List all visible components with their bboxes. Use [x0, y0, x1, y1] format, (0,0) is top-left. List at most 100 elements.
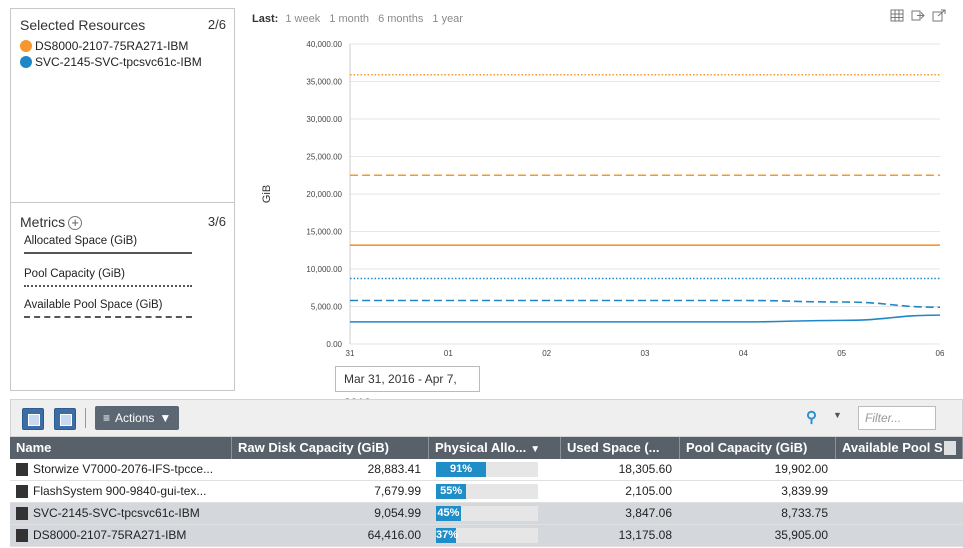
- cell-physical-allocation: 55%: [429, 481, 561, 502]
- open-new-window-icon[interactable]: [932, 9, 946, 22]
- physical-allocation-fill: 91%: [436, 462, 487, 477]
- y-tick-label: 15,000.00: [306, 228, 342, 237]
- actions-button[interactable]: ≡ Actions ▼: [95, 406, 180, 430]
- column-menu-icon[interactable]: [944, 441, 956, 455]
- actions-label: Actions: [115, 411, 155, 425]
- table-header: Name Raw Disk Capacity (GiB) Physical Al…: [10, 437, 963, 459]
- physical-allocation-bar: 37%: [436, 528, 538, 543]
- physical-allocation-fill: 37%: [436, 528, 459, 543]
- series-line-svc-allocated-space: [349, 314, 941, 323]
- col-raw-disk-capacity[interactable]: Raw Disk Capacity (GiB): [232, 437, 429, 459]
- date-range-selector[interactable]: Mar 31, 2016 - Apr 7, 2016 ▲: [335, 366, 480, 410]
- cell-pool-capacity: 35,905.00: [774, 528, 828, 542]
- add-metric-icon[interactable]: +: [68, 216, 83, 231]
- y-tick-label: 35,000.00: [306, 78, 342, 87]
- cell-name: Storwize V7000-2076-IFS-tpcce...: [10, 459, 232, 480]
- y-tick-label: 5,000.00: [311, 303, 343, 312]
- physical-allocation-bar: 45%: [436, 506, 538, 521]
- physical-allocation-label: 91%: [450, 463, 473, 475]
- col-used-space[interactable]: Used Space (...: [561, 437, 680, 459]
- storage-device-icon: [16, 529, 28, 543]
- storage-device-icon: [16, 507, 28, 521]
- storage-device-icon: [16, 485, 28, 499]
- table-view-icon[interactable]: [890, 9, 904, 22]
- metric-label: Available Pool Space (GiB): [24, 299, 163, 311]
- metric-allocated-space[interactable]: Allocated Space (GiB): [24, 235, 192, 254]
- range-1-week[interactable]: 1 week: [285, 13, 320, 25]
- resource-color-dot: [20, 56, 32, 68]
- cell-raw-disk-capacity: 64,416.00: [367, 528, 421, 542]
- metrics-header: Metrics + 3/6: [20, 214, 226, 231]
- table-row[interactable]: DS8000-2107-75RA271-IBM 64,416.00 37% 13,17…: [10, 525, 963, 547]
- physical-allocation-label: 37%: [436, 529, 459, 541]
- metric-line-solid: [24, 252, 192, 254]
- toolbar-separator: [85, 408, 86, 428]
- cell-pool-capacity: 8,733.75: [781, 506, 828, 520]
- y-tick-label: 25,000.00: [306, 153, 342, 162]
- row-name: SVC-2145-SVC-tpcsvc61c-IBM: [33, 506, 200, 520]
- capacity-chart: 0.00 5,000.00 10,000.00 15,000.00 20,000.00 2…: [261, 40, 945, 358]
- table-row[interactable]: Storwize V7000-2076-IFS-tpcce... 28,883.4…: [10, 459, 963, 481]
- range-6-months[interactable]: 6 months: [378, 13, 423, 25]
- y-tick-label: 0.00: [326, 340, 342, 349]
- physical-allocation-bar: 55%: [436, 484, 538, 499]
- cell-available-pool-space: [836, 503, 963, 524]
- table-toolbar: ≡ Actions ▼ ⚲ ▼ Filter...: [10, 399, 963, 437]
- chevron-down-icon: ▼: [159, 411, 172, 425]
- col-physical-allocation[interactable]: Physical Allo... ▼: [429, 437, 561, 459]
- resources-table: Name Raw Disk Capacity (GiB) Physical Al…: [10, 437, 963, 547]
- resource-item-ds8000[interactable]: DS8000-2107-75RA271-IBM: [20, 39, 188, 53]
- resource-color-dot: [20, 40, 32, 52]
- metrics-title: Metrics: [20, 214, 66, 230]
- x-tick-label: 03: [641, 349, 650, 358]
- time-range-links: Last: 1 week 1 month 6 months 1 year: [252, 13, 469, 25]
- search-icon[interactable]: ⚲: [806, 408, 817, 426]
- cell-available-pool-space: [836, 525, 963, 546]
- cell-physical-allocation: 45%: [429, 503, 561, 524]
- y-tick-label: 30,000.00: [306, 115, 342, 124]
- cell-raw-disk-capacity: 7,679.99: [374, 484, 421, 498]
- physical-allocation-label: 55%: [440, 485, 463, 497]
- y-axis-label: GiB: [261, 185, 273, 203]
- col-name[interactable]: Name: [10, 437, 232, 459]
- export-icon[interactable]: [911, 9, 925, 22]
- col-available-pool-space[interactable]: Available Pool S: [836, 437, 963, 459]
- range-1-year[interactable]: 1 year: [432, 13, 463, 25]
- cell-name: FlashSystem 900-9840-gui-tex...: [10, 481, 232, 502]
- metric-label: Allocated Space (GiB): [24, 235, 138, 247]
- cell-used-space: 13,175.08: [618, 528, 672, 542]
- x-tick-label: 06: [936, 349, 945, 358]
- range-prefix: Last:: [252, 13, 279, 25]
- y-tick-label: 20,000.00: [306, 190, 342, 199]
- col-pool-capacity[interactable]: Pool Capacity (GiB): [680, 437, 836, 459]
- col-label: Physical Allo...: [435, 440, 527, 455]
- select-all-icon[interactable]: [22, 408, 44, 430]
- resource-item-svc[interactable]: SVC-2145-SVC-tpcsvc61c-IBM: [20, 55, 202, 69]
- filter-input[interactable]: Filter...: [858, 406, 936, 430]
- list-icon: ≡: [103, 411, 111, 425]
- y-tick-label: 40,000.00: [306, 40, 342, 49]
- row-name: FlashSystem 900-9840-gui-tex...: [33, 484, 207, 498]
- col-label: Available Pool S: [842, 440, 943, 455]
- cell-used-space: 18,305.60: [618, 462, 672, 476]
- range-1-month[interactable]: 1 month: [329, 13, 369, 25]
- table-row[interactable]: SVC-2145-SVC-tpcsvc61c-IBM 9,054.99 45% 3,8…: [10, 503, 963, 525]
- metric-line-dashed: [24, 316, 192, 318]
- x-tick-label: 05: [837, 349, 846, 358]
- resources-title: Selected Resources: [20, 17, 146, 33]
- copy-icon[interactable]: [54, 408, 76, 430]
- resource-label: DS8000-2107-75RA271-IBM: [35, 39, 189, 53]
- cell-available-pool-space: [836, 481, 963, 502]
- panel-divider: [11, 202, 234, 203]
- search-options-chevron-icon[interactable]: ▼: [833, 410, 842, 420]
- cell-physical-allocation: 37%: [429, 525, 561, 546]
- x-tick-label: 02: [542, 349, 551, 358]
- chart-toolbar: [890, 9, 946, 22]
- cell-name: SVC-2145-SVC-tpcsvc61c-IBM: [10, 503, 232, 524]
- table-row[interactable]: FlashSystem 900-9840-gui-tex... 7,679.99 5…: [10, 481, 963, 503]
- resources-panel: Selected Resources 2/6 DS8000-2107-75RA2…: [10, 8, 235, 391]
- metric-available-pool-space[interactable]: Available Pool Space (GiB): [24, 299, 192, 318]
- cell-name: DS8000-2107-75RA271-IBM: [10, 525, 232, 546]
- physical-allocation-fill: 45%: [436, 506, 461, 521]
- metric-pool-capacity[interactable]: Pool Capacity (GiB): [24, 268, 192, 287]
